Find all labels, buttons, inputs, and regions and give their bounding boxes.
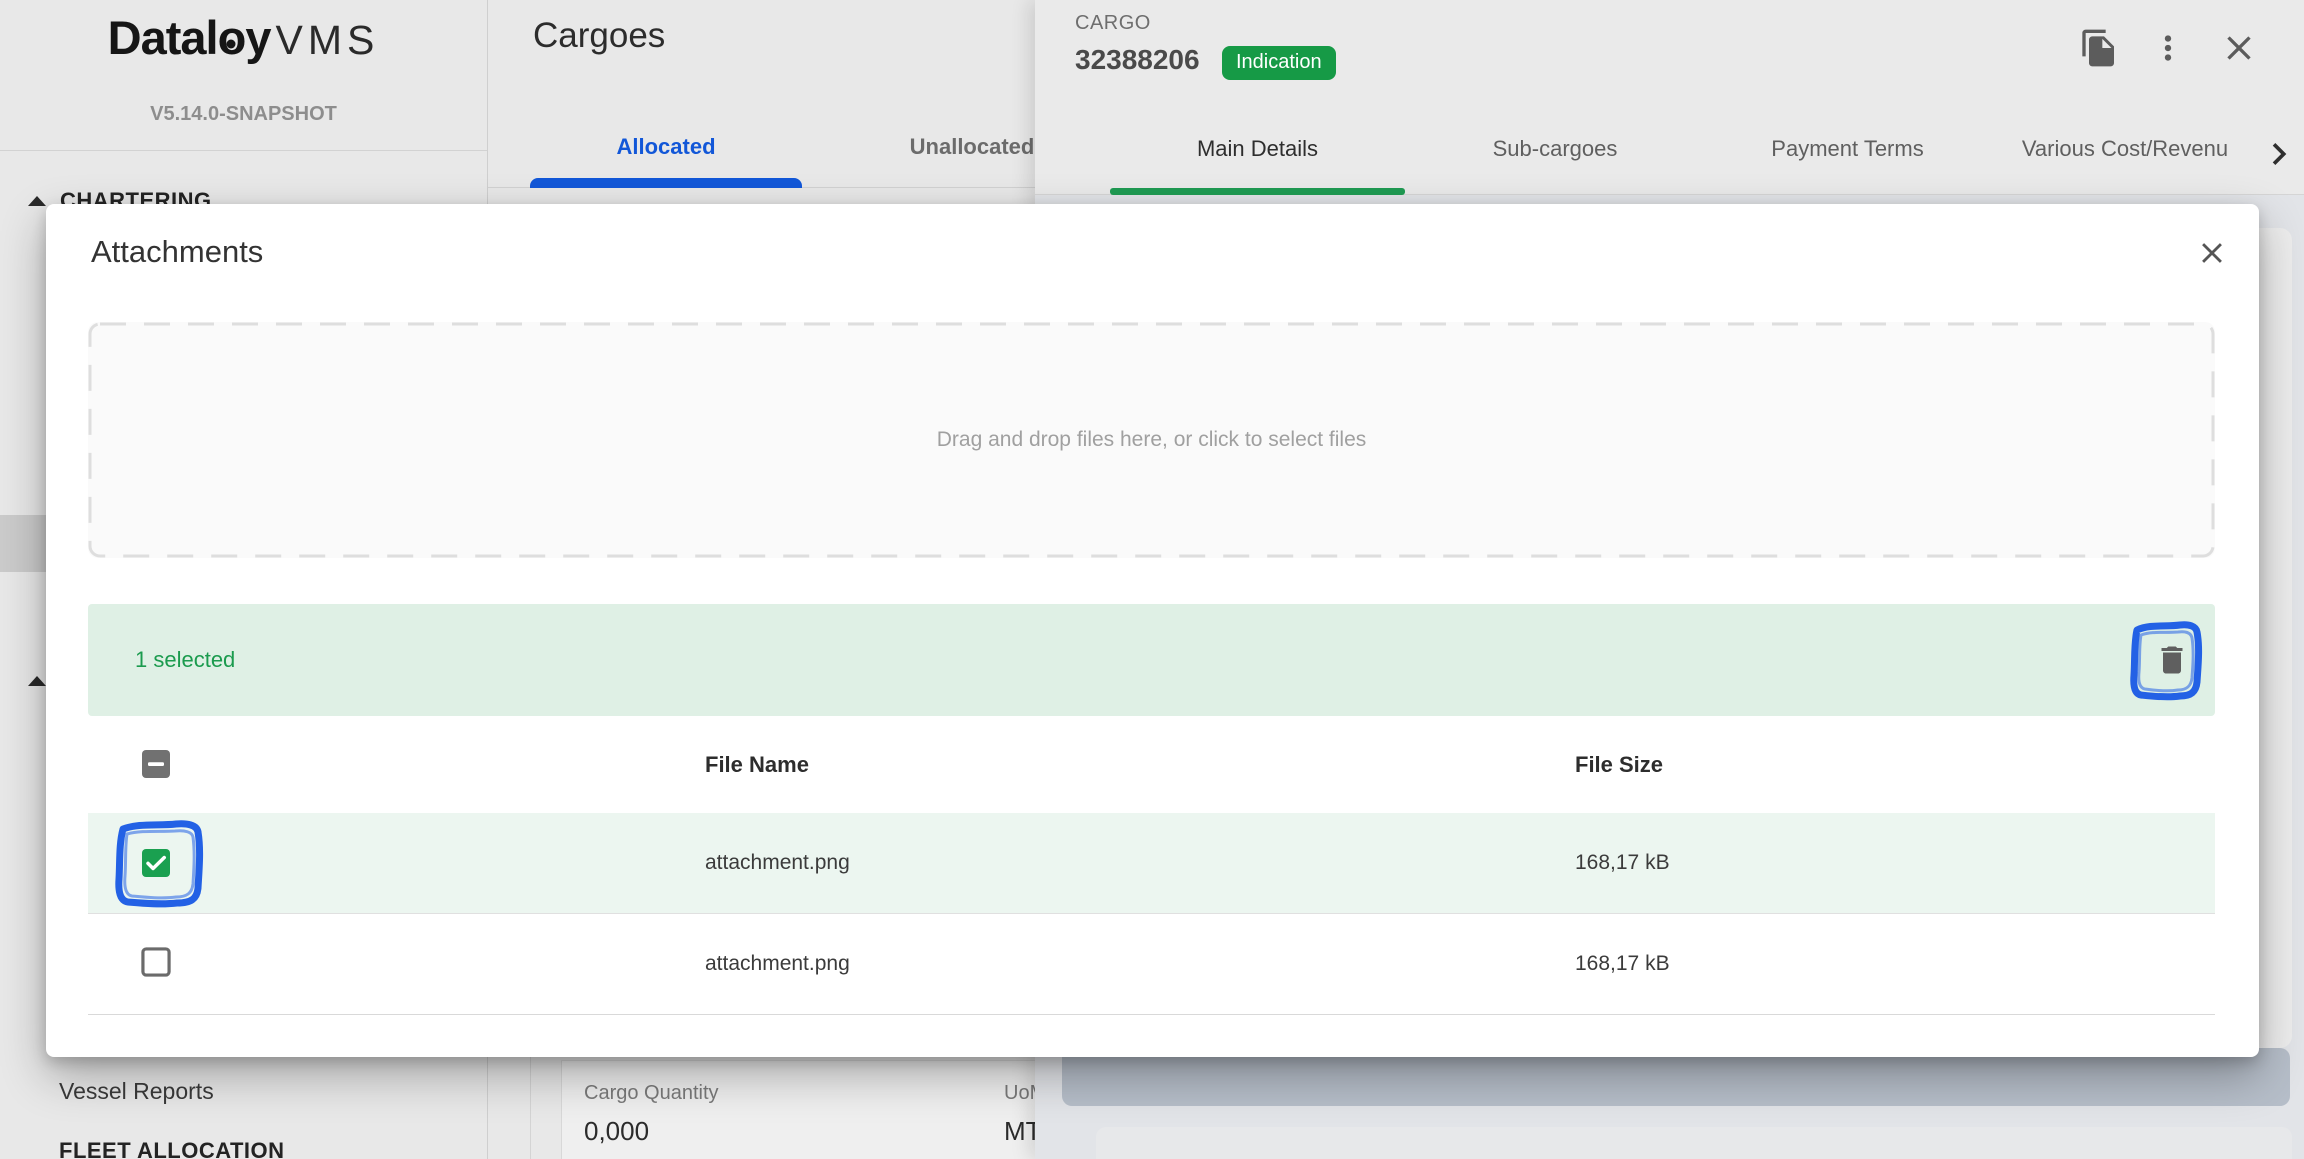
active-tab-indicator xyxy=(1110,188,1405,195)
selected-row-checkbox[interactable] xyxy=(140,847,172,879)
table-row[interactable]: attachment.png 168,17 kB xyxy=(88,813,2215,913)
close-panel-button[interactable] xyxy=(2217,26,2261,70)
sidebar-item-vessel-reports[interactable]: Vessel Reports xyxy=(59,1078,214,1105)
chevron-right-icon xyxy=(2257,132,2301,176)
entity-type-label: CARGO xyxy=(1075,12,1151,35)
file-size-cell: 168,17 kB xyxy=(1575,914,1670,1014)
copy-button[interactable] xyxy=(2077,26,2121,70)
dataloy-logo[interactable]: DataloyVMS xyxy=(0,10,487,65)
tab-sub-cargoes[interactable]: Sub-cargoes xyxy=(1425,136,1685,162)
cargo-tab-bar: Main Details Sub-cargoes Payment Terms V… xyxy=(1035,110,2304,195)
cargoes-tab-bar: Allocated Unallocated xyxy=(488,120,1035,188)
checkbox-unchecked-icon xyxy=(140,946,172,978)
file-dropzone[interactable]: Drag and drop files here, or click to se… xyxy=(88,322,2215,558)
more-vert-icon xyxy=(2149,29,2187,67)
logo-brand: Dataloy xyxy=(108,11,271,64)
dialog-title: Attachments xyxy=(91,234,263,270)
panel-edge-divider xyxy=(530,1057,531,1159)
column-header-file-name[interactable]: File Name xyxy=(705,752,809,778)
delete-selected-button[interactable] xyxy=(2148,638,2196,682)
attachments-table-header: File Name File Size xyxy=(88,716,2215,814)
sidebar-section-fleet-allocation[interactable]: FLEET ALLOCATION xyxy=(59,1138,285,1159)
table-row[interactable]: attachment.png 168,17 kB xyxy=(88,913,2215,1015)
field-value-cargo-quantity[interactable]: 0,000 xyxy=(584,1116,649,1147)
close-icon xyxy=(2219,28,2259,68)
logo-suffix: VMS xyxy=(275,17,379,63)
close-dialog-button[interactable] xyxy=(2191,232,2233,274)
tabs-scroll-right-button[interactable] xyxy=(2257,132,2301,176)
row-checkbox[interactable] xyxy=(140,946,172,978)
collapse-arrow-icon[interactable] xyxy=(28,676,46,686)
collapse-arrow-icon[interactable] xyxy=(28,196,46,206)
status-badge: Indication xyxy=(1222,46,1336,80)
cargo-id: 32388206 xyxy=(1075,44,1200,76)
select-all-checkbox[interactable] xyxy=(140,748,172,780)
copy-icon xyxy=(2079,28,2119,68)
checkbox-checked-icon xyxy=(140,847,172,879)
file-size-cell: 168,17 kB xyxy=(1575,813,1670,913)
file-name-cell: attachment.png xyxy=(705,914,850,1014)
checkbox-indeterminate-icon xyxy=(140,748,172,780)
page-title: Cargoes xyxy=(533,16,665,56)
app-version: V5.14.0-SNAPSHOT xyxy=(0,103,487,126)
selection-count: 1 selected xyxy=(135,604,235,716)
field-label-cargo-quantity: Cargo Quantity xyxy=(584,1082,719,1105)
attachments-dialog: Attachments Drag and drop files here, or… xyxy=(46,204,2259,1057)
column-header-file-size[interactable]: File Size xyxy=(1575,752,1663,778)
close-icon xyxy=(2195,236,2229,270)
dropzone-hint-text: Drag and drop files here, or click to se… xyxy=(88,322,2215,558)
trash-icon xyxy=(2154,642,2190,678)
tab-payment-terms[interactable]: Payment Terms xyxy=(1725,136,1970,162)
app-window: DataloyVMS V5.14.0-SNAPSHOT CHARTERING V… xyxy=(0,0,2304,1159)
tab-various-cost-revenue[interactable]: Various Cost/Revenu xyxy=(1985,136,2265,162)
selection-toolbar: 1 selected xyxy=(88,604,2215,716)
more-options-button[interactable] xyxy=(2146,26,2190,70)
lower-content-card xyxy=(1096,1127,2292,1159)
sidebar-divider xyxy=(0,150,487,151)
tab-main-details[interactable]: Main Details xyxy=(1110,136,1405,162)
file-name-cell: attachment.png xyxy=(705,813,850,913)
tab-allocated[interactable]: Allocated xyxy=(530,134,802,160)
active-tab-indicator xyxy=(530,178,802,188)
